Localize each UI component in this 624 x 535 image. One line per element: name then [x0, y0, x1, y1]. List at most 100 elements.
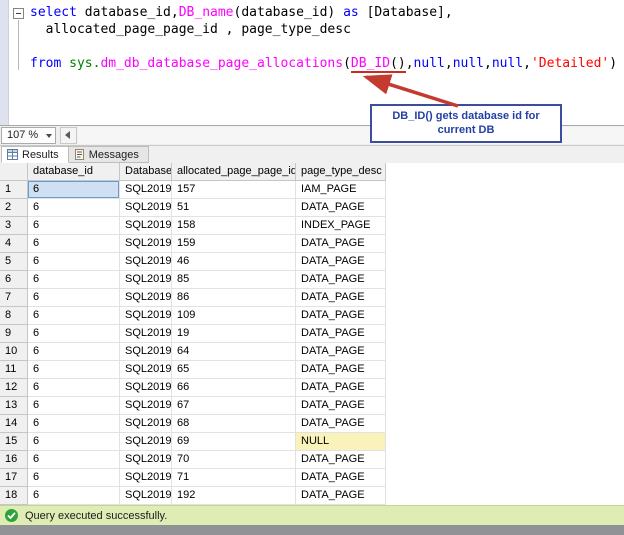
- grid-cell[interactable]: 85: [172, 271, 296, 289]
- grid-cell[interactable]: DATA_PAGE: [296, 487, 386, 505]
- grid-cell[interactable]: 158: [172, 217, 296, 235]
- row-header[interactable]: 6: [0, 271, 28, 289]
- grid-cell[interactable]: SQL2019: [120, 343, 172, 361]
- grid-cell[interactable]: 159: [172, 235, 296, 253]
- grid-cell[interactable]: SQL2019: [120, 235, 172, 253]
- row-header[interactable]: 10: [0, 343, 28, 361]
- grid-cell[interactable]: 46: [172, 253, 296, 271]
- grid-cell[interactable]: SQL2019: [120, 199, 172, 217]
- row-header[interactable]: 15: [0, 433, 28, 451]
- row-header[interactable]: 8: [0, 307, 28, 325]
- grid-cell[interactable]: DATA_PAGE: [296, 289, 386, 307]
- grid-cell[interactable]: SQL2019: [120, 289, 172, 307]
- grid-cell[interactable]: SQL2019: [120, 487, 172, 505]
- grid-cell[interactable]: 6: [28, 451, 120, 469]
- row-header[interactable]: 12: [0, 379, 28, 397]
- tab-results[interactable]: Results: [1, 146, 69, 163]
- grid-cell[interactable]: 157: [172, 181, 296, 199]
- row-header[interactable]: 4: [0, 235, 28, 253]
- row-header[interactable]: 9: [0, 325, 28, 343]
- grid-cell[interactable]: DATA_PAGE: [296, 325, 386, 343]
- grid-cell[interactable]: NULL: [296, 433, 386, 451]
- row-header[interactable]: 1: [0, 181, 28, 199]
- grid-cell[interactable]: 86: [172, 289, 296, 307]
- grid-cell[interactable]: 71: [172, 469, 296, 487]
- corner-header[interactable]: [0, 163, 28, 181]
- grid-cell[interactable]: 6: [28, 235, 120, 253]
- grid-cell[interactable]: 6: [28, 217, 120, 235]
- grid-cell[interactable]: SQL2019: [120, 361, 172, 379]
- grid-cell[interactable]: 6: [28, 325, 120, 343]
- grid-cell[interactable]: DATA_PAGE: [296, 307, 386, 325]
- grid-cell[interactable]: 19: [172, 325, 296, 343]
- grid-cell[interactable]: DATA_PAGE: [296, 253, 386, 271]
- grid-cell[interactable]: 6: [28, 433, 120, 451]
- grid-cell[interactable]: 6: [28, 415, 120, 433]
- grid-cell[interactable]: SQL2019: [120, 397, 172, 415]
- row-header[interactable]: 7: [0, 289, 28, 307]
- grid-cell[interactable]: SQL2019: [120, 379, 172, 397]
- grid-cell[interactable]: DATA_PAGE: [296, 379, 386, 397]
- grid-cell[interactable]: DATA_PAGE: [296, 271, 386, 289]
- grid-cell[interactable]: 6: [28, 199, 120, 217]
- grid-cell[interactable]: 70: [172, 451, 296, 469]
- row-header[interactable]: 13: [0, 397, 28, 415]
- column-header[interactable]: Database: [120, 163, 172, 181]
- grid-cell[interactable]: DATA_PAGE: [296, 415, 386, 433]
- grid-cell[interactable]: 68: [172, 415, 296, 433]
- grid-cell[interactable]: SQL2019: [120, 307, 172, 325]
- grid-cell[interactable]: 66: [172, 379, 296, 397]
- tab-messages[interactable]: Messages: [69, 146, 149, 163]
- grid-cell[interactable]: 65: [172, 361, 296, 379]
- grid-cell[interactable]: SQL2019: [120, 469, 172, 487]
- grid-cell[interactable]: SQL2019: [120, 253, 172, 271]
- grid-cell[interactable]: 6: [28, 397, 120, 415]
- grid-cell[interactable]: SQL2019: [120, 325, 172, 343]
- grid-cell[interactable]: DATA_PAGE: [296, 199, 386, 217]
- grid-cell[interactable]: DATA_PAGE: [296, 469, 386, 487]
- grid-cell[interactable]: 6: [28, 289, 120, 307]
- row-header[interactable]: 16: [0, 451, 28, 469]
- grid-cell[interactable]: 6: [28, 379, 120, 397]
- row-header[interactable]: 17: [0, 469, 28, 487]
- grid-cell[interactable]: 69: [172, 433, 296, 451]
- grid-cell[interactable]: DATA_PAGE: [296, 451, 386, 469]
- grid-cell[interactable]: 6: [28, 487, 120, 505]
- row-header[interactable]: 14: [0, 415, 28, 433]
- grid-cell[interactable]: 6: [28, 181, 120, 199]
- grid-cell[interactable]: DATA_PAGE: [296, 343, 386, 361]
- grid-cell[interactable]: 6: [28, 343, 120, 361]
- code-area[interactable]: select database_id,DB_name(database_id) …: [30, 4, 617, 72]
- row-header[interactable]: 11: [0, 361, 28, 379]
- column-header[interactable]: allocated_page_page_id: [172, 163, 296, 181]
- grid-cell[interactable]: 192: [172, 487, 296, 505]
- column-header[interactable]: page_type_desc: [296, 163, 386, 181]
- grid-cell[interactable]: DATA_PAGE: [296, 397, 386, 415]
- row-header[interactable]: 3: [0, 217, 28, 235]
- grid-cell[interactable]: 109: [172, 307, 296, 325]
- grid-cell[interactable]: 51: [172, 199, 296, 217]
- zoom-dropdown[interactable]: 107 %: [1, 127, 56, 144]
- grid-cell[interactable]: DATA_PAGE: [296, 235, 386, 253]
- grid-cell[interactable]: INDEX_PAGE: [296, 217, 386, 235]
- grid-cell[interactable]: SQL2019: [120, 181, 172, 199]
- grid-cell[interactable]: 6: [28, 271, 120, 289]
- scroll-left-button[interactable]: [60, 127, 77, 144]
- collapse-outline-icon[interactable]: [13, 8, 24, 19]
- grid-cell[interactable]: 64: [172, 343, 296, 361]
- row-header[interactable]: 18: [0, 487, 28, 505]
- row-header[interactable]: 5: [0, 253, 28, 271]
- grid-cell[interactable]: SQL2019: [120, 217, 172, 235]
- grid-cell[interactable]: IAM_PAGE: [296, 181, 386, 199]
- grid-cell[interactable]: 6: [28, 469, 120, 487]
- grid-cell[interactable]: SQL2019: [120, 271, 172, 289]
- grid-cell[interactable]: 6: [28, 253, 120, 271]
- grid-cell[interactable]: 67: [172, 397, 296, 415]
- grid-cell[interactable]: DATA_PAGE: [296, 361, 386, 379]
- grid-cell[interactable]: SQL2019: [120, 451, 172, 469]
- grid-cell[interactable]: 6: [28, 361, 120, 379]
- column-header[interactable]: database_id: [28, 163, 120, 181]
- grid-cell[interactable]: SQL2019: [120, 433, 172, 451]
- row-header[interactable]: 2: [0, 199, 28, 217]
- grid-cell[interactable]: SQL2019: [120, 415, 172, 433]
